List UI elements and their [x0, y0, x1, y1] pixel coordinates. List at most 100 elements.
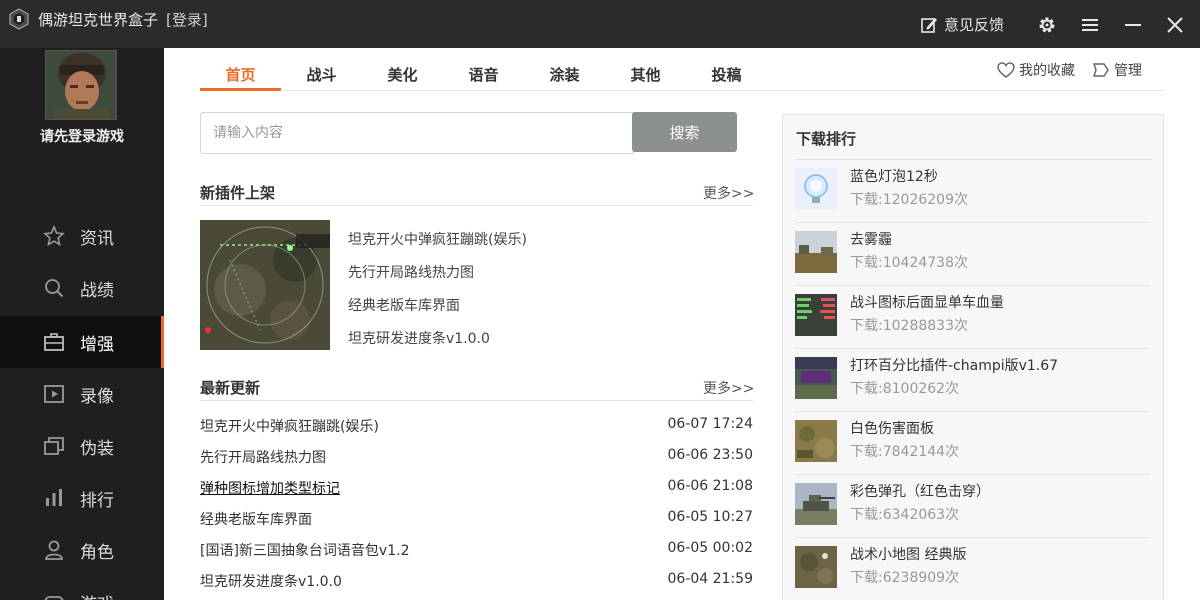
- star-icon: [42, 224, 66, 248]
- rank-item-downloads: 下载:6238909次: [850, 570, 960, 586]
- avatar[interactable]: [45, 50, 117, 120]
- sidebar-item-replay[interactable]: 录像: [0, 368, 164, 420]
- sidebar-item-label: 伪装: [80, 438, 114, 459]
- update-row[interactable]: 先行开局路线热力图 06-06 23:50: [200, 447, 753, 469]
- sidebar-item-label: 录像: [80, 386, 114, 407]
- login-prompt[interactable]: 请先登录游戏: [0, 126, 164, 146]
- update-row[interactable]: 弹种图标增加类型标记 06-06 21:08: [200, 478, 753, 500]
- rank-thumbnail: [795, 483, 837, 525]
- update-row[interactable]: [国语]新三国抽象台词语音包v1.2 06-05 00:02: [200, 540, 753, 562]
- update-row[interactable]: 坦克开火中弹疯狂蹦跳(娱乐) 06-07 17:24: [200, 416, 753, 438]
- feedback-button[interactable]: 意见反馈: [920, 14, 1004, 35]
- minimize-button[interactable]: [1122, 14, 1144, 36]
- feedback-label: 意见反馈: [944, 16, 1005, 34]
- sidebar-item-game[interactable]: 游戏: [0, 576, 164, 600]
- login-link[interactable]: [登录]: [166, 9, 208, 30]
- tab-paint[interactable]: 涂装: [524, 58, 605, 90]
- rank-thumbnail: [795, 357, 837, 399]
- active-tab-indicator: [200, 88, 281, 91]
- new-plugins-more-link[interactable]: 更多>>: [703, 183, 754, 203]
- rank-thumbnail: [795, 546, 837, 588]
- rank-item[interactable]: 战术小地图 经典版 下载:6238909次: [795, 538, 1151, 600]
- sidebar-item-label: 增强: [80, 334, 114, 355]
- manage-link[interactable]: 管理: [1092, 60, 1142, 80]
- new-plugin-link[interactable]: 先行开局路线热力图: [348, 262, 474, 282]
- sidebar-item-label: 战绩: [80, 280, 114, 301]
- update-title[interactable]: 坦克研发进度条v1.0.0: [200, 571, 342, 591]
- rank-item-name: 去雾霾: [850, 232, 892, 248]
- tab-other[interactable]: 其他: [605, 58, 686, 90]
- rank-item[interactable]: 去雾霾 下载:10424738次: [795, 223, 1151, 286]
- tag-icon: [1092, 63, 1109, 77]
- rank-item[interactable]: 打环百分比插件-champi版v1.67 下载:8100262次: [795, 349, 1151, 412]
- rank-item-downloads: 下载:10288833次: [850, 318, 968, 334]
- menu-button[interactable]: [1079, 14, 1101, 36]
- rank-item-name: 战斗图标后面显单车血量: [850, 295, 1004, 311]
- user-icon: [42, 538, 66, 562]
- latest-updates-title: 最新更新: [200, 379, 261, 397]
- rank-item-downloads: 下载:12026209次: [850, 192, 968, 208]
- tanker-portrait-icon: [46, 51, 116, 119]
- update-row[interactable]: 坦克研发进度条v1.0.0 06-04 21:59: [200, 571, 753, 593]
- update-title[interactable]: 先行开局路线热力图: [200, 447, 326, 467]
- sidebar-item-camo[interactable]: 伪装: [0, 420, 164, 472]
- sidebar-item-label: 角色: [80, 542, 114, 563]
- search-button[interactable]: 搜索: [632, 112, 737, 152]
- gear-icon: [1039, 17, 1055, 33]
- briefcase-icon: [42, 330, 66, 354]
- new-plugin-link[interactable]: 坦克开火中弹疯狂蹦跳(娱乐): [348, 229, 527, 249]
- rank-item[interactable]: 蓝色灯泡12秒 下载:12026209次: [795, 160, 1151, 223]
- latest-updates-more-link[interactable]: 更多>>: [703, 378, 754, 398]
- update-title[interactable]: [国语]新三国抽象台词语音包v1.2: [200, 540, 409, 560]
- sidebar-item-ranking[interactable]: 排行: [0, 472, 164, 524]
- rank-item-name: 蓝色灯泡12秒: [850, 169, 938, 185]
- sidebar-item-label: 排行: [80, 490, 114, 511]
- manage-label: 管理: [1114, 63, 1142, 79]
- new-plugin-link[interactable]: 经典老版车库界面: [348, 295, 460, 315]
- new-plugin-thumbnail[interactable]: [200, 220, 330, 350]
- ring-percent-image: [795, 357, 837, 399]
- update-title[interactable]: 经典老版车库界面: [200, 509, 312, 529]
- bar-chart-icon: [42, 486, 66, 510]
- heart-icon: [997, 62, 1015, 78]
- close-button[interactable]: [1164, 14, 1186, 36]
- rank-thumbnail: [795, 294, 837, 336]
- close-icon: [1167, 17, 1183, 33]
- update-title[interactable]: 坦克开火中弹疯狂蹦跳(娱乐): [200, 416, 379, 436]
- update-date: 06-05 10:27: [667, 509, 753, 525]
- favorites-label: 我的收藏: [1019, 63, 1075, 79]
- update-date: 06-05 00:02: [667, 540, 753, 556]
- sidebar-item-record[interactable]: 战绩: [0, 262, 164, 314]
- rank-item[interactable]: 白色伤害面板 下载:7842144次: [795, 412, 1151, 475]
- update-date: 06-06 23:50: [667, 447, 753, 463]
- tab-submit[interactable]: 投稿: [686, 58, 767, 90]
- settings-button[interactable]: [1036, 14, 1058, 36]
- my-favorites-link[interactable]: 我的收藏: [997, 60, 1075, 80]
- search-input[interactable]: [200, 112, 634, 154]
- update-date: 06-04 21:59: [667, 571, 753, 587]
- download-rank-panel: 下载排行 蓝色灯泡12秒 下载:12026209次 去雾霾 下载:1042473…: [782, 114, 1164, 600]
- rank-item[interactable]: 彩色弹孔（红色击穿） 下载:6342063次: [795, 475, 1151, 538]
- rank-item-name: 白色伤害面板: [850, 421, 934, 437]
- rank-item-downloads: 下载:6342063次: [850, 507, 960, 523]
- tab-battle[interactable]: 战斗: [281, 58, 362, 90]
- rank-item[interactable]: 战斗图标后面显单车血量 下载:10288833次: [795, 286, 1151, 349]
- tab-home[interactable]: 首页: [200, 58, 281, 90]
- title-bar: 偶游坦克世界盒子 [登录] 意见反馈: [0, 0, 1200, 48]
- minimap-thumbnail-image: [795, 546, 837, 588]
- gamepad-icon: [42, 590, 66, 600]
- video-icon: [42, 382, 66, 406]
- update-title[interactable]: 弹种图标增加类型标记: [200, 478, 340, 498]
- minimap-image: [200, 220, 330, 350]
- sidebar-item-label: 游戏: [80, 590, 114, 600]
- rank-thumbnail: [795, 420, 837, 462]
- new-plugin-link[interactable]: 坦克研发进度条v1.0.0: [348, 328, 490, 348]
- tab-voice[interactable]: 语音: [443, 58, 524, 90]
- edit-icon: [921, 17, 937, 33]
- sidebar-item-character[interactable]: 角色: [0, 524, 164, 576]
- sidebar-item-news[interactable]: 资讯: [0, 210, 164, 262]
- section-divider: [200, 205, 753, 206]
- tab-beautify[interactable]: 美化: [362, 58, 443, 90]
- update-row[interactable]: 经典老版车库界面 06-05 10:27: [200, 509, 753, 531]
- sidebar-item-enhance[interactable]: 增强: [0, 316, 164, 368]
